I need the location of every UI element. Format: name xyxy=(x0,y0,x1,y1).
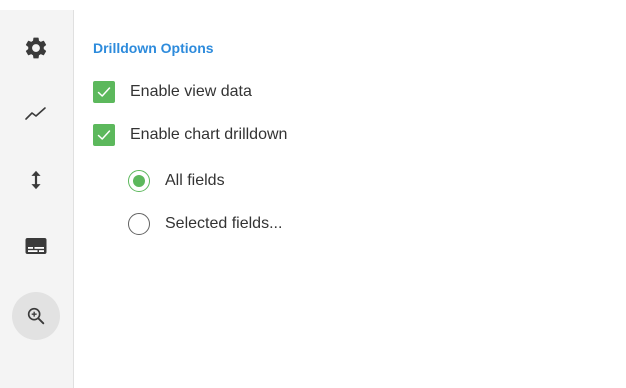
vertical-resize-icon xyxy=(31,170,41,190)
enable-chart-drilldown-label: Enable chart drilldown xyxy=(130,126,288,143)
section-title: Drilldown Options xyxy=(93,40,214,56)
sidebar-item-labels[interactable] xyxy=(12,222,60,270)
all-fields-radio[interactable] xyxy=(128,170,150,192)
checkmark-icon xyxy=(97,87,111,97)
line-chart-icon xyxy=(25,107,46,120)
selected-fields-option[interactable]: Selected fields... xyxy=(128,213,282,235)
drilldown-options-panel: Drilldown Options Enable view data Enabl… xyxy=(0,0,626,388)
enable-chart-drilldown-option[interactable]: Enable chart drilldown xyxy=(93,124,287,146)
all-fields-option[interactable]: All fields xyxy=(128,170,225,192)
selected-fields-label: Selected fields... xyxy=(165,215,283,232)
enable-view-data-label: Enable view data xyxy=(130,83,252,100)
sidebar-item-general-settings[interactable] xyxy=(12,24,60,72)
sidebar-item-drilldown[interactable] xyxy=(12,292,60,340)
all-fields-label: All fields xyxy=(165,172,225,189)
drilldown-options-content: Drilldown Options Enable view data Enabl… xyxy=(93,38,287,235)
sidebar-item-axis[interactable] xyxy=(12,156,60,204)
enable-chart-drilldown-checkbox[interactable] xyxy=(93,124,115,146)
gear-icon xyxy=(25,37,47,59)
options-sidebar xyxy=(0,10,74,388)
checkmark-icon xyxy=(97,130,111,140)
sidebar-item-chart-series[interactable] xyxy=(12,90,60,138)
subtitles-icon xyxy=(25,238,47,254)
radio-selected-dot xyxy=(133,175,145,187)
zoom-in-icon xyxy=(27,307,45,325)
enable-view-data-checkbox[interactable] xyxy=(93,81,115,103)
enable-view-data-option[interactable]: Enable view data xyxy=(93,81,252,103)
selected-fields-radio[interactable] xyxy=(128,213,150,235)
